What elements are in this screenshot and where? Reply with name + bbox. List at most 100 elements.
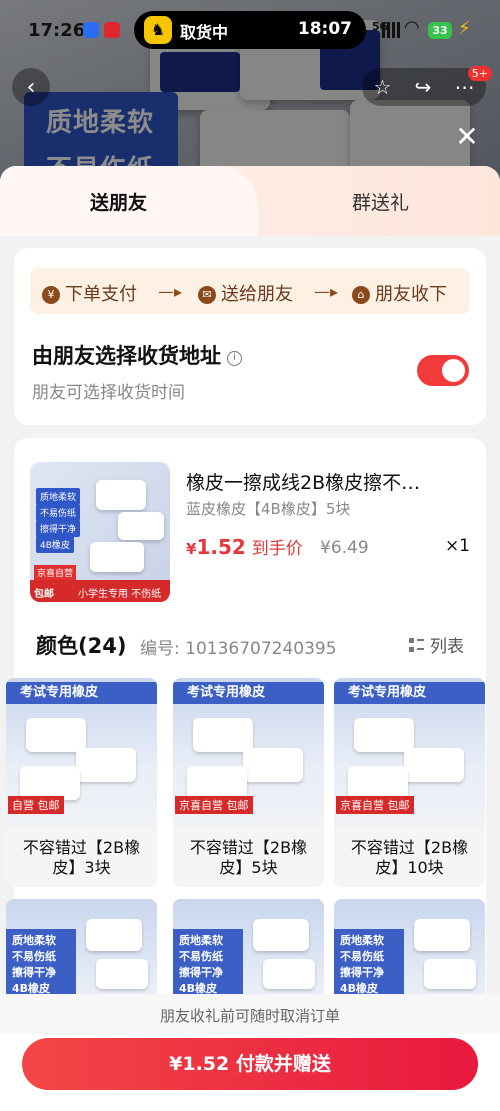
thumb-tag: 4B橡皮 (36, 536, 74, 553)
eraser-image (404, 748, 464, 782)
product-title[interactable]: 橡皮一擦成线2B橡皮擦不… (186, 468, 470, 495)
eraser-image (348, 766, 408, 800)
step-label: 下单支付 (65, 284, 137, 305)
island-label: 取货中 (180, 23, 229, 42)
tab-send-friend[interactable]: 送朋友 (90, 188, 147, 215)
eraser-image (263, 959, 315, 989)
product-price: ¥1.52 到手价 (186, 534, 303, 559)
price-note: 到手价 (251, 539, 303, 559)
variant-caption: 不容错过【2B橡皮】3块 (22, 838, 141, 877)
variant-caption: 不容错过【2B橡皮】5块 (189, 838, 308, 877)
eraser-image (424, 959, 476, 989)
yen-icon: ¥ (42, 286, 60, 304)
eraser-image (118, 512, 164, 540)
color-heading: 颜色(24) (36, 634, 127, 658)
backdrop-top-buttons: ‹ ☆ ↪ ⋯ 5+ (12, 66, 492, 106)
thumb-tag: 不易伤纸 (36, 504, 81, 521)
cancel-note: 朋友收礼前可随时取消订单 (0, 994, 500, 1034)
variant-caption: 不容错过【2B橡皮】10块 (350, 838, 469, 877)
share-icon[interactable]: ↪ (415, 75, 432, 99)
original-price: ¥6.49 (320, 538, 369, 558)
eraser-image (414, 919, 470, 951)
status-bar: 17:26 ♞ 取货中 18:07 5G ◠ 33 ⚡ (0, 0, 500, 60)
product-code: 编号: 10136707240395 (140, 639, 337, 659)
close-icon[interactable]: ✕ (452, 122, 482, 152)
step-label: 送给朋友 (221, 284, 293, 305)
self-operated-badge: 京喜自营 (34, 565, 77, 580)
step-pay: ¥ 下单支付 (42, 280, 137, 306)
gift-steps: ¥ 下单支付 —▸ ✉ 送给朋友 —▸ ⌂ 朋友收下 (30, 268, 470, 314)
gift-icon: ⌂ (352, 286, 370, 304)
variant-banner: 质地柔软 不易伤纸 擦得干净 4B橡皮 (173, 929, 243, 1001)
status-time: 17:26 (28, 20, 86, 41)
list-view-toggle[interactable]: 列表 (409, 632, 464, 657)
thumb-tag: 擦得干净 (36, 520, 81, 537)
gift-flow-card: ¥ 下单支付 —▸ ✉ 送给朋友 —▸ ⌂ 朋友收下 由朋友选择收货地址 i 朋友可选择… (14, 248, 486, 425)
dynamic-island[interactable]: ♞ 取货中 18:07 (134, 11, 366, 49)
gift-sheet: 送朋友 群送礼 ¥ 下单支付 —▸ ✉ 送给朋友 —▸ ⌂ 朋友收下 由朋友选择收货地… (0, 166, 500, 1111)
address-option-title: 由朋友选择收货地址 i (32, 340, 242, 370)
cart-count-badge: 5+ (467, 66, 492, 81)
variant-banner: 考试专用橡皮 (173, 682, 324, 704)
quantity: ×1 (444, 536, 470, 556)
friend-address-toggle[interactable] (417, 355, 469, 386)
eraser-image (96, 959, 148, 989)
step-label: 朋友收下 (375, 284, 447, 305)
variant-badge: 京喜自营 包邮 (336, 796, 414, 814)
page-actions: ☆ ↪ ⋯ 5+ (362, 66, 492, 106)
eraser-image (26, 718, 86, 752)
back-button[interactable]: ‹ (12, 68, 50, 106)
app-notification-icon (104, 22, 120, 38)
variant-image: 考试专用橡皮 自营 包邮 (6, 678, 157, 829)
signal-icon (382, 22, 400, 38)
product-card: 质地柔软 不易伤纸 擦得干净 4B橡皮 京喜自营 包邮 小学生专用 不伤纸张 橡… (6, 438, 486, 1108)
variant-option[interactable]: 考试专用橡皮 自营 包邮 不容错过【2B橡皮】3块 (6, 678, 157, 887)
info-icon[interactable]: i (227, 351, 242, 366)
free-shipping-label: 包邮 (34, 589, 54, 600)
variant-banner: 质地柔软 不易伤纸 擦得干净 4B橡皮 (334, 929, 404, 1001)
delivery-app-icon: ♞ (144, 16, 172, 44)
variant-badge: 京喜自营 包邮 (175, 796, 253, 814)
eraser-image (86, 919, 142, 951)
list-icon (409, 638, 424, 653)
chat-icon: ✉ (198, 286, 216, 304)
battery-icon: 33 (428, 22, 452, 39)
arrow-right-icon: —▸ (158, 282, 183, 301)
list-view-label: 列表 (430, 637, 464, 657)
variant-banner: 质地柔软 不易伤纸 擦得干净 4B橡皮 (6, 929, 76, 1001)
product-spec: 蓝皮橡皮【4B橡皮】5块 (186, 500, 351, 518)
address-option-label: 由朋友选择收货地址 (32, 344, 221, 368)
price-value: 1.52 (196, 535, 246, 559)
address-option-subtitle: 朋友可选择收货时间 (32, 383, 185, 403)
pay-and-gift-button[interactable]: ¥1.52 付款并赠送 (22, 1038, 478, 1090)
wifi-icon: ◠ (404, 17, 420, 38)
variant-image: 考试专用橡皮 京喜自营 包邮 (334, 678, 485, 829)
app-notification-icon (83, 22, 99, 38)
gift-tabs: 送朋友 群送礼 (0, 166, 500, 236)
price-currency: ¥ (186, 540, 197, 558)
step-receive: ⌂ 朋友收下 (352, 280, 447, 306)
star-icon[interactable]: ☆ (374, 75, 392, 99)
eraser-image (354, 718, 414, 752)
thumb-tag: 质地柔软 (36, 488, 81, 505)
eraser-image (193, 718, 253, 752)
variant-option[interactable]: 考试专用橡皮 京喜自营 包邮 不容错过【2B橡皮】5块 (173, 678, 324, 887)
eraser-image (76, 748, 136, 782)
sheet-footer: 朋友收礼前可随时取消订单 ¥1.52 付款并赠送 (0, 994, 500, 1111)
island-time: 18:07 (297, 19, 352, 39)
variant-badge: 自营 包邮 (8, 796, 64, 814)
variant-image: 考试专用橡皮 京喜自营 包邮 (173, 678, 324, 829)
arrow-right-icon: —▸ (314, 282, 339, 301)
thumb-promo-strip: 包邮 小学生专用 不伤纸张 (30, 580, 170, 602)
variant-banner: 考试专用橡皮 (6, 682, 157, 704)
eraser-image (253, 919, 309, 951)
charging-icon: ⚡ (458, 18, 471, 39)
eraser-image (90, 542, 144, 572)
thumb-slogan: 小学生专用 不伤纸张 (78, 589, 162, 600)
eraser-image (20, 766, 80, 800)
eraser-image (243, 748, 303, 782)
tab-group-gift[interactable]: 群送礼 (352, 188, 409, 215)
product-thumbnail[interactable]: 质地柔软 不易伤纸 擦得干净 4B橡皮 京喜自营 包邮 小学生专用 不伤纸张 (30, 462, 170, 602)
variant-option[interactable]: 考试专用橡皮 京喜自营 包邮 不容错过【2B橡皮】10块 (334, 678, 485, 887)
chevron-left-icon: ‹ (26, 74, 36, 100)
